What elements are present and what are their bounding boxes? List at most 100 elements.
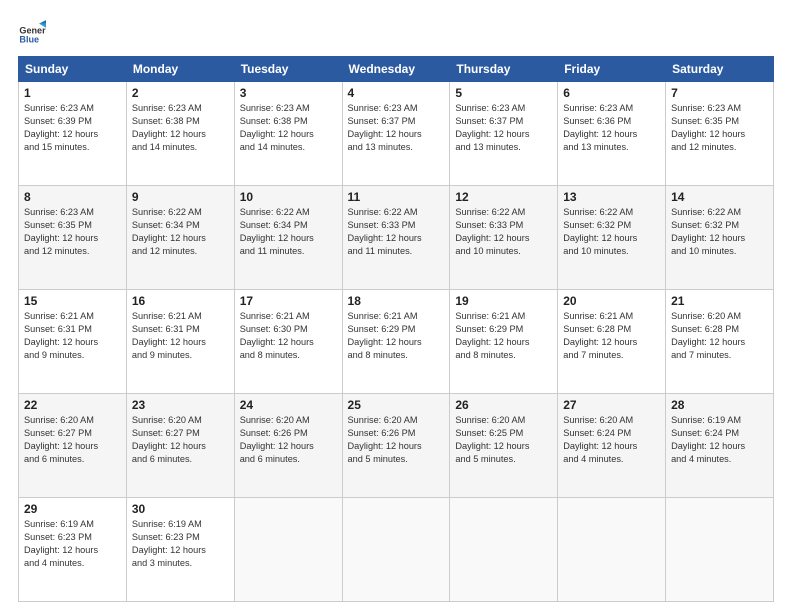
day-info: Sunrise: 6:23 AM Sunset: 6:38 PM Dayligh… <box>132 102 229 154</box>
day-number: 11 <box>348 190 445 204</box>
svg-text:Blue: Blue <box>19 35 39 45</box>
day-info: Sunrise: 6:21 AM Sunset: 6:30 PM Dayligh… <box>240 310 337 362</box>
calendar-cell: 30 Sunrise: 6:19 AM Sunset: 6:23 PM Dayli… <box>126 498 234 602</box>
calendar-cell: 21 Sunrise: 6:20 AM Sunset: 6:28 PM Dayli… <box>666 290 774 394</box>
day-info: Sunrise: 6:23 AM Sunset: 6:35 PM Dayligh… <box>24 206 121 258</box>
day-info: Sunrise: 6:19 AM Sunset: 6:23 PM Dayligh… <box>132 518 229 570</box>
calendar-cell: 28 Sunrise: 6:19 AM Sunset: 6:24 PM Dayli… <box>666 394 774 498</box>
day-info: Sunrise: 6:22 AM Sunset: 6:32 PM Dayligh… <box>671 206 768 258</box>
calendar-cell: 17 Sunrise: 6:21 AM Sunset: 6:30 PM Dayli… <box>234 290 342 394</box>
calendar-cell: 10 Sunrise: 6:22 AM Sunset: 6:34 PM Dayli… <box>234 186 342 290</box>
calendar-cell: 27 Sunrise: 6:20 AM Sunset: 6:24 PM Dayli… <box>558 394 666 498</box>
day-number: 2 <box>132 86 229 100</box>
day-number: 23 <box>132 398 229 412</box>
day-number: 22 <box>24 398 121 412</box>
weekday-header-tuesday: Tuesday <box>234 57 342 82</box>
calendar-cell: 13Sunrise: 6:22 AM Sunset: 6:32 PM Dayli… <box>558 186 666 290</box>
calendar-cell: 25 Sunrise: 6:20 AM Sunset: 6:26 PM Dayli… <box>342 394 450 498</box>
calendar-cell: 16Sunrise: 6:21 AM Sunset: 6:31 PM Dayli… <box>126 290 234 394</box>
calendar-cell: 5Sunrise: 6:23 AM Sunset: 6:37 PM Daylig… <box>450 82 558 186</box>
day-info: Sunrise: 6:23 AM Sunset: 6:37 PM Dayligh… <box>455 102 552 154</box>
logo-icon: General Blue <box>18 18 46 46</box>
calendar-cell: 2 Sunrise: 6:23 AM Sunset: 6:38 PM Daylig… <box>126 82 234 186</box>
day-number: 13 <box>563 190 660 204</box>
weekday-header-saturday: Saturday <box>666 57 774 82</box>
day-info: Sunrise: 6:20 AM Sunset: 6:26 PM Dayligh… <box>240 414 337 466</box>
day-number: 30 <box>132 502 229 516</box>
day-info: Sunrise: 6:20 AM Sunset: 6:27 PM Dayligh… <box>24 414 121 466</box>
calendar-cell: 22 Sunrise: 6:20 AM Sunset: 6:27 PM Dayli… <box>19 394 127 498</box>
calendar-cell <box>450 498 558 602</box>
weekday-header-friday: Friday <box>558 57 666 82</box>
day-number: 9 <box>132 190 229 204</box>
calendar-cell <box>666 498 774 602</box>
calendar-cell: 4 Sunrise: 6:23 AM Sunset: 6:37 PM Daylig… <box>342 82 450 186</box>
calendar-cell: 14 Sunrise: 6:22 AM Sunset: 6:32 PM Dayli… <box>666 186 774 290</box>
day-info: Sunrise: 6:19 AM Sunset: 6:24 PM Dayligh… <box>671 414 768 466</box>
calendar-cell: 23 Sunrise: 6:20 AM Sunset: 6:27 PM Dayli… <box>126 394 234 498</box>
header: General Blue <box>18 18 774 46</box>
day-number: 28 <box>671 398 768 412</box>
calendar-cell: 18 Sunrise: 6:21 AM Sunset: 6:29 PM Dayli… <box>342 290 450 394</box>
day-info: Sunrise: 6:20 AM Sunset: 6:28 PM Dayligh… <box>671 310 768 362</box>
calendar-cell: 8 Sunrise: 6:23 AM Sunset: 6:35 PM Daylig… <box>19 186 127 290</box>
calendar-cell: 9 Sunrise: 6:22 AM Sunset: 6:34 PM Daylig… <box>126 186 234 290</box>
day-number: 19 <box>455 294 552 308</box>
day-number: 29 <box>24 502 121 516</box>
weekday-header-wednesday: Wednesday <box>342 57 450 82</box>
calendar: SundayMondayTuesdayWednesdayThursdayFrid… <box>18 56 774 602</box>
day-info: Sunrise: 6:20 AM Sunset: 6:25 PM Dayligh… <box>455 414 552 466</box>
day-info: Sunrise: 6:20 AM Sunset: 6:26 PM Dayligh… <box>348 414 445 466</box>
calendar-cell: 19 Sunrise: 6:21 AM Sunset: 6:29 PM Dayli… <box>450 290 558 394</box>
day-number: 3 <box>240 86 337 100</box>
day-number: 7 <box>671 86 768 100</box>
logo: General Blue <box>18 18 50 46</box>
day-info: Sunrise: 6:21 AM Sunset: 6:28 PM Dayligh… <box>563 310 660 362</box>
day-number: 26 <box>455 398 552 412</box>
weekday-header-sunday: Sunday <box>19 57 127 82</box>
day-info: Sunrise: 6:21 AM Sunset: 6:29 PM Dayligh… <box>455 310 552 362</box>
calendar-cell: 15 Sunrise: 6:21 AM Sunset: 6:31 PM Dayli… <box>19 290 127 394</box>
calendar-cell <box>558 498 666 602</box>
day-number: 14 <box>671 190 768 204</box>
day-number: 1 <box>24 86 121 100</box>
day-info: Sunrise: 6:21 AM Sunset: 6:29 PM Dayligh… <box>348 310 445 362</box>
calendar-cell: 24 Sunrise: 6:20 AM Sunset: 6:26 PM Dayli… <box>234 394 342 498</box>
calendar-cell: 12Sunrise: 6:22 AM Sunset: 6:33 PM Dayli… <box>450 186 558 290</box>
day-number: 18 <box>348 294 445 308</box>
calendar-cell: 6 Sunrise: 6:23 AM Sunset: 6:36 PM Daylig… <box>558 82 666 186</box>
day-info: Sunrise: 6:21 AM Sunset: 6:31 PM Dayligh… <box>24 310 121 362</box>
day-info: Sunrise: 6:22 AM Sunset: 6:33 PM Dayligh… <box>348 206 445 258</box>
day-number: 16 <box>132 294 229 308</box>
calendar-cell: 26 Sunrise: 6:20 AM Sunset: 6:25 PM Dayli… <box>450 394 558 498</box>
day-info: Sunrise: 6:22 AM Sunset: 6:34 PM Dayligh… <box>240 206 337 258</box>
day-number: 20 <box>563 294 660 308</box>
day-info: Sunrise: 6:23 AM Sunset: 6:36 PM Dayligh… <box>563 102 660 154</box>
day-number: 4 <box>348 86 445 100</box>
calendar-cell <box>234 498 342 602</box>
weekday-header-monday: Monday <box>126 57 234 82</box>
calendar-cell: 3 Sunrise: 6:23 AM Sunset: 6:38 PM Daylig… <box>234 82 342 186</box>
day-info: Sunrise: 6:20 AM Sunset: 6:24 PM Dayligh… <box>563 414 660 466</box>
day-number: 6 <box>563 86 660 100</box>
day-number: 24 <box>240 398 337 412</box>
day-number: 8 <box>24 190 121 204</box>
day-number: 21 <box>671 294 768 308</box>
day-number: 10 <box>240 190 337 204</box>
calendar-cell: 20 Sunrise: 6:21 AM Sunset: 6:28 PM Dayli… <box>558 290 666 394</box>
day-number: 17 <box>240 294 337 308</box>
calendar-cell: 29 Sunrise: 6:19 AM Sunset: 6:23 PM Dayli… <box>19 498 127 602</box>
day-number: 12 <box>455 190 552 204</box>
day-info: Sunrise: 6:20 AM Sunset: 6:27 PM Dayligh… <box>132 414 229 466</box>
day-number: 15 <box>24 294 121 308</box>
weekday-header-thursday: Thursday <box>450 57 558 82</box>
day-info: Sunrise: 6:23 AM Sunset: 6:38 PM Dayligh… <box>240 102 337 154</box>
day-info: Sunrise: 6:23 AM Sunset: 6:35 PM Dayligh… <box>671 102 768 154</box>
day-number: 25 <box>348 398 445 412</box>
day-number: 27 <box>563 398 660 412</box>
calendar-cell: 11 Sunrise: 6:22 AM Sunset: 6:33 PM Dayli… <box>342 186 450 290</box>
day-info: Sunrise: 6:22 AM Sunset: 6:34 PM Dayligh… <box>132 206 229 258</box>
day-info: Sunrise: 6:19 AM Sunset: 6:23 PM Dayligh… <box>24 518 121 570</box>
calendar-cell: 7 Sunrise: 6:23 AM Sunset: 6:35 PM Daylig… <box>666 82 774 186</box>
day-info: Sunrise: 6:23 AM Sunset: 6:37 PM Dayligh… <box>348 102 445 154</box>
